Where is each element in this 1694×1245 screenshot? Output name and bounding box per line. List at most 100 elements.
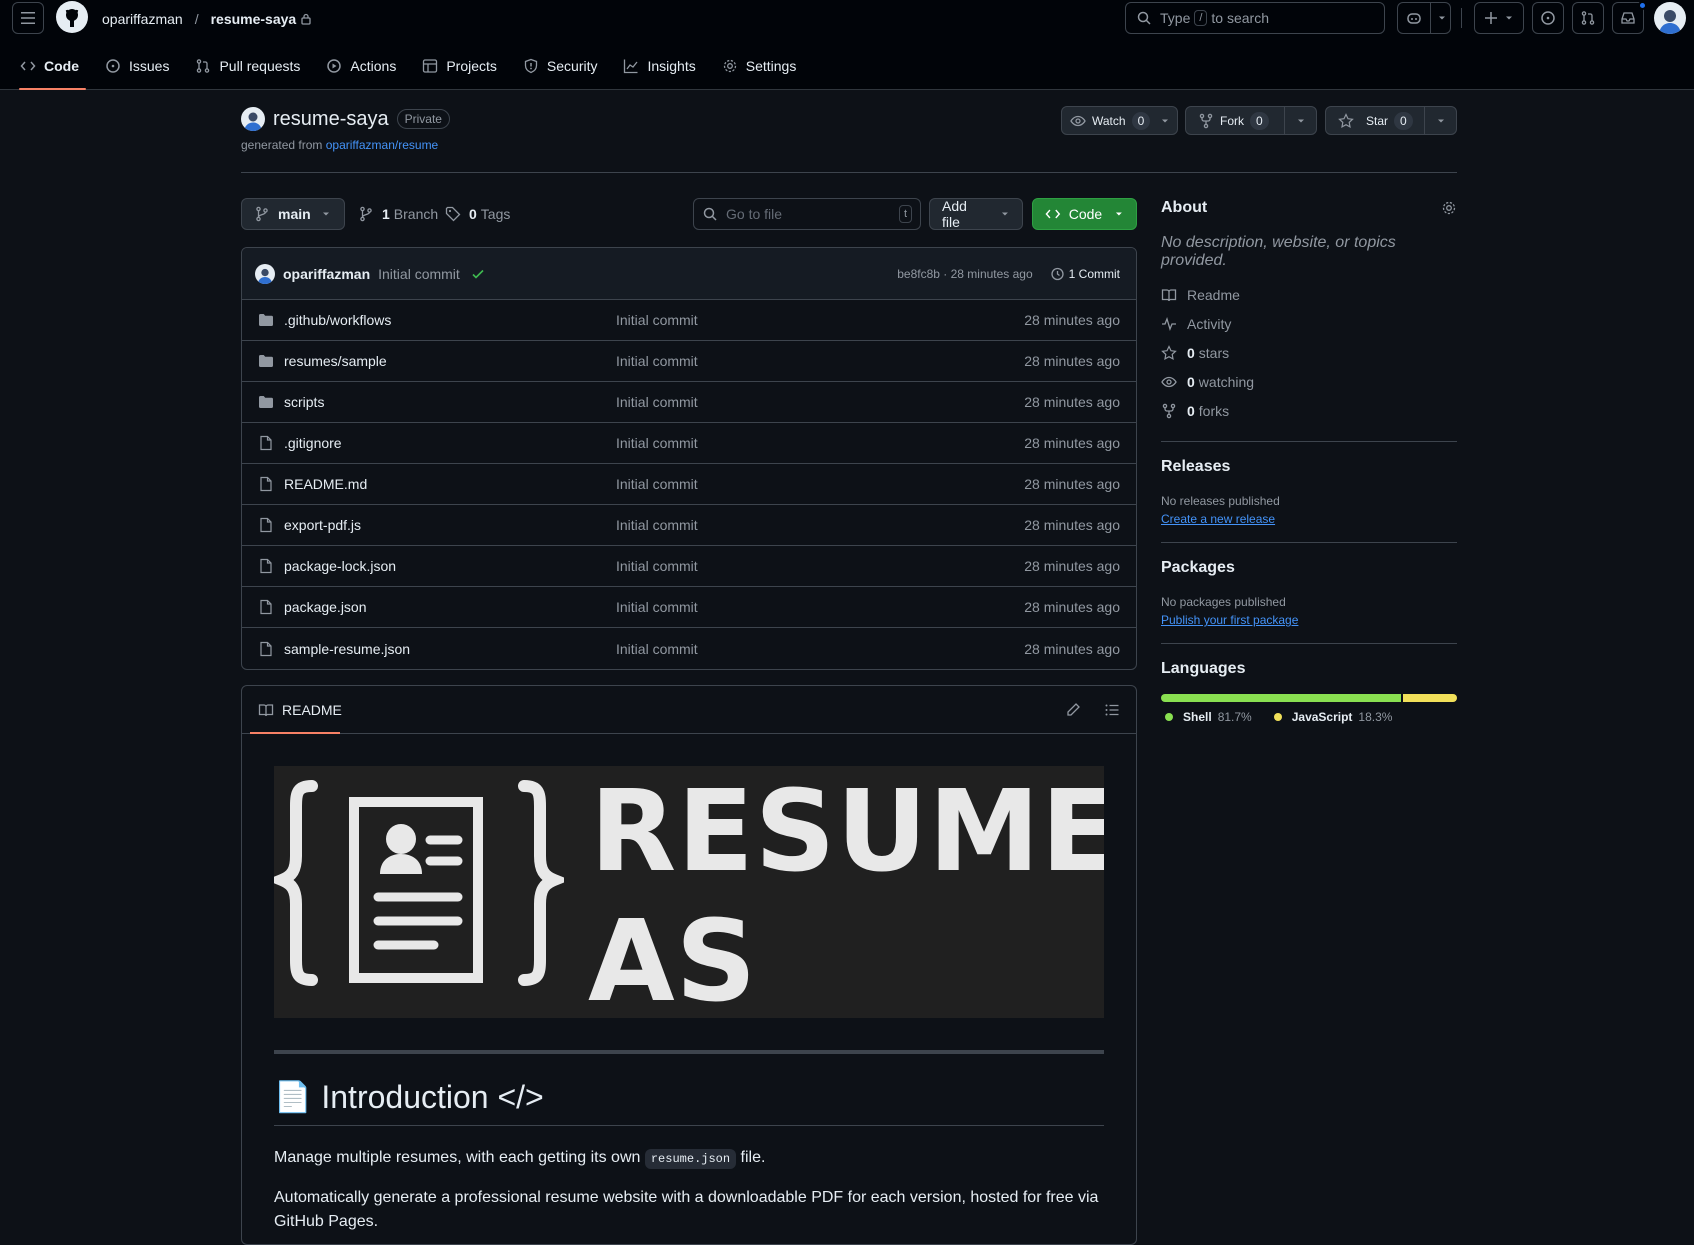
- watch-button-group: Watch 0: [1061, 106, 1178, 135]
- tag-icon: [445, 206, 461, 222]
- add-file-button[interactable]: Add file: [929, 198, 1023, 230]
- tab-actions[interactable]: Actions: [326, 52, 405, 90]
- tab-insights[interactable]: Insights: [623, 52, 704, 90]
- commit-author[interactable]: opariffazman: [283, 266, 370, 282]
- commit-sha-time[interactable]: be8fc8b · 28 minutes ago: [897, 267, 1032, 281]
- fork-dropdown[interactable]: [1285, 107, 1316, 134]
- file-name[interactable]: sample-resume.json: [284, 641, 616, 657]
- commits-link[interactable]: 1 Commit: [1049, 266, 1120, 282]
- tab-code[interactable]: Code: [19, 52, 88, 90]
- breadcrumb-repo[interactable]: resume-saya: [211, 11, 297, 27]
- user-avatar[interactable]: [1654, 2, 1686, 34]
- file-row[interactable]: README.md Initial commit 28 minutes ago: [242, 464, 1136, 505]
- file-commit-message[interactable]: Initial commit: [616, 394, 1024, 410]
- file-row[interactable]: package.json Initial commit 28 minutes ago: [242, 587, 1136, 628]
- star-button[interactable]: Star 0: [1326, 107, 1425, 134]
- readme-panel: README RESUME AS CODE 📄 Introduction </>…: [241, 685, 1137, 1245]
- watch-dropdown[interactable]: [1153, 107, 1177, 134]
- activity-link[interactable]: Activity: [1161, 309, 1457, 338]
- create-release-link[interactable]: Create a new release: [1161, 512, 1275, 526]
- releases-heading[interactable]: Releases: [1161, 458, 1457, 476]
- readme-link[interactable]: Readme: [1161, 280, 1457, 309]
- create-new-button[interactable]: [1474, 2, 1524, 34]
- file-commit-message[interactable]: Initial commit: [616, 558, 1024, 574]
- header-divider: [1461, 8, 1462, 28]
- file-name[interactable]: README.md: [284, 476, 616, 492]
- template-link[interactable]: opariffazman/resume: [326, 138, 439, 152]
- forks-link[interactable]: 0 forks: [1161, 396, 1457, 425]
- watch-button[interactable]: Watch 0: [1062, 107, 1153, 134]
- file-name[interactable]: package-lock.json: [284, 558, 616, 574]
- language-bar-segment[interactable]: [1403, 694, 1457, 702]
- file-row[interactable]: sample-resume.json Initial commit 28 minut…: [242, 628, 1136, 669]
- tab-projects[interactable]: Projects: [422, 52, 506, 90]
- file-row[interactable]: .gitignore Initial commit 28 minutes ago: [242, 423, 1136, 464]
- readme-tab[interactable]: README: [258, 702, 342, 718]
- menu-button[interactable]: [12, 2, 44, 34]
- watching-link[interactable]: 0 watching: [1161, 367, 1457, 396]
- gear-icon[interactable]: [1441, 200, 1457, 216]
- tab-label: Actions: [350, 58, 397, 74]
- file-commit-message[interactable]: Initial commit: [616, 353, 1024, 369]
- branches-link[interactable]: 1 Branch: [358, 205, 438, 223]
- code-button[interactable]: Code: [1032, 198, 1137, 230]
- go-to-file-input[interactable]: Go to file t: [693, 198, 921, 230]
- file-name[interactable]: scripts: [284, 394, 616, 410]
- tab-issues[interactable]: Issues: [105, 52, 178, 90]
- branch-label: Branch: [393, 206, 439, 222]
- file-name[interactable]: resumes/sample: [284, 353, 616, 369]
- triangle-down-icon: [322, 212, 329, 216]
- tab-label: Settings: [745, 58, 797, 74]
- owner-avatar[interactable]: [241, 107, 265, 131]
- branch-icon: [360, 206, 372, 222]
- language-item[interactable]: JavaScript 18.3%: [1273, 710, 1392, 724]
- branch-selector[interactable]: main: [241, 198, 345, 230]
- file-commit-message[interactable]: Initial commit: [616, 641, 1024, 657]
- list-unordered-icon[interactable]: [1104, 702, 1120, 718]
- file-row[interactable]: export-pdf.js Initial commit 28 minutes ag…: [242, 505, 1136, 546]
- issues-button[interactable]: [1532, 2, 1564, 34]
- file-name[interactable]: .gitignore: [284, 435, 616, 451]
- stars-link[interactable]: 0 stars: [1161, 338, 1457, 367]
- breadcrumb-owner[interactable]: opariffazman: [102, 11, 183, 27]
- tags-link[interactable]: 0 Tags: [445, 205, 510, 223]
- file-commit-message[interactable]: Initial commit: [616, 599, 1024, 615]
- search-prefix: Type: [1160, 10, 1191, 26]
- file-row[interactable]: .github/workflows Initial commit 28 minute…: [242, 300, 1136, 341]
- commit-author-avatar[interactable]: [255, 263, 275, 284]
- anchor-link-icon[interactable]: [544, 1097, 545, 1098]
- publish-package-link[interactable]: Publish your first package: [1161, 613, 1298, 627]
- header-divider: [241, 172, 1457, 173]
- file-name[interactable]: package.json: [284, 599, 616, 615]
- github-logo[interactable]: [56, 1, 88, 33]
- language-item[interactable]: Shell 81.7%: [1165, 710, 1252, 724]
- readme-tab-underline: [250, 732, 340, 734]
- check-icon[interactable]: [470, 266, 486, 282]
- file-row[interactable]: scripts Initial commit 28 minutes ago: [242, 382, 1136, 423]
- packages-heading[interactable]: Packages: [1161, 559, 1457, 577]
- file-name[interactable]: export-pdf.js: [284, 517, 616, 533]
- pull-requests-button[interactable]: [1572, 2, 1604, 34]
- repo-name[interactable]: resume-saya: [273, 108, 389, 131]
- commit-message[interactable]: Initial commit: [378, 266, 460, 282]
- file-commit-message[interactable]: Initial commit: [616, 435, 1024, 451]
- file-name[interactable]: .github/workflows: [284, 312, 616, 328]
- readme-paragraph-1: Manage multiple resumes, with each getti…: [274, 1146, 1104, 1171]
- star-icon: [1161, 344, 1177, 360]
- file-row[interactable]: package-lock.json Initial commit 28 minute…: [242, 546, 1136, 587]
- tab-pull-requests[interactable]: Pull requests: [195, 52, 309, 90]
- about-heading: About: [1161, 199, 1208, 216]
- language-bar-segment[interactable]: [1161, 694, 1402, 702]
- file-commit-message[interactable]: Initial commit: [616, 517, 1024, 533]
- pencil-icon[interactable]: [1065, 702, 1081, 718]
- file-commit-message[interactable]: Initial commit: [616, 312, 1024, 328]
- file-commit-message[interactable]: Initial commit: [616, 476, 1024, 492]
- global-search[interactable]: Type / to search: [1125, 2, 1385, 34]
- copilot-icon: [1407, 13, 1421, 24]
- star-dropdown[interactable]: [1425, 107, 1456, 134]
- copilot-button[interactable]: [1397, 2, 1451, 34]
- tab-security[interactable]: Security: [523, 52, 607, 90]
- fork-button[interactable]: Fork 0: [1186, 107, 1285, 134]
- tab-settings[interactable]: Settings: [722, 52, 806, 90]
- file-row[interactable]: resumes/sample Initial commit 28 minutes a…: [242, 341, 1136, 382]
